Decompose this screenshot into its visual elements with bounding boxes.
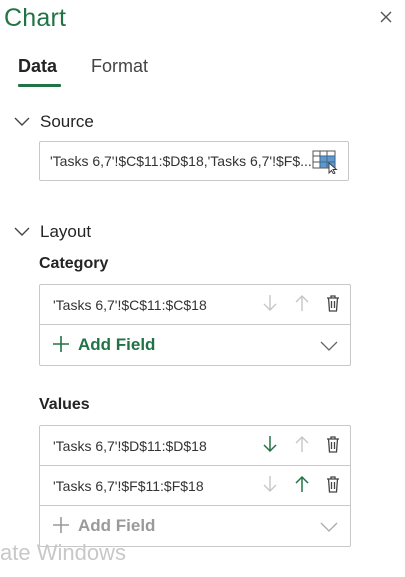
source-range-input[interactable]: 'Tasks 6,7'!$C$11:$D$18,'Tasks 6,7'!$F$.…	[39, 141, 349, 181]
pane-title: Chart	[4, 4, 67, 32]
chevron-down-icon	[14, 117, 30, 127]
delete-icon[interactable]	[326, 294, 340, 315]
move-down-icon[interactable]	[262, 475, 278, 496]
move-down-icon[interactable]	[262, 435, 278, 456]
chevron-down-icon[interactable]	[320, 519, 338, 535]
values-field-group: 'Tasks 6,7'!$D$11:$D$18 'Tasks 6,7'!$F$1…	[39, 425, 351, 547]
values-field-row[interactable]: 'Tasks 6,7'!$D$11:$D$18	[40, 426, 350, 466]
category-label: Category	[39, 255, 109, 272]
source-range-text: 'Tasks 6,7'!$C$11:$D$18,'Tasks 6,7'!$F$.…	[50, 153, 312, 169]
move-up-icon[interactable]	[294, 475, 310, 496]
move-up-icon[interactable]	[294, 435, 310, 456]
activate-windows-watermark: ate Windows	[0, 540, 126, 565]
source-section-toggle[interactable]: Source	[14, 112, 94, 132]
chevron-down-icon[interactable]	[320, 338, 338, 354]
category-field-group: 'Tasks 6,7'!$C$11:$C$18 Add Field	[39, 284, 351, 366]
select-range-icon[interactable]	[312, 150, 338, 177]
close-icon[interactable]	[377, 8, 395, 26]
chart-task-pane: Chart Data Format Source 'Tasks 6,7'!$C$…	[0, 0, 405, 577]
tab-data[interactable]: Data	[18, 56, 57, 77]
tab-format[interactable]: Format	[91, 56, 148, 77]
plus-icon	[52, 516, 70, 537]
delete-icon[interactable]	[326, 435, 340, 456]
add-field-label: Add Field	[78, 516, 156, 535]
move-up-icon[interactable]	[294, 294, 310, 315]
values-field-row[interactable]: 'Tasks 6,7'!$F$11:$F$18	[40, 466, 350, 506]
layout-heading: Layout	[40, 222, 92, 241]
category-add-field-button[interactable]: Add Field	[40, 325, 350, 365]
chevron-down-icon	[14, 227, 30, 237]
add-field-label: Add Field	[78, 335, 156, 354]
category-field-row[interactable]: 'Tasks 6,7'!$C$11:$C$18	[40, 285, 350, 325]
values-label: Values	[39, 396, 90, 413]
plus-icon	[52, 335, 70, 356]
source-heading: Source	[40, 112, 94, 131]
delete-icon[interactable]	[326, 475, 340, 496]
layout-section-toggle[interactable]: Layout	[14, 222, 91, 242]
tab-selected-indicator	[18, 84, 61, 87]
move-down-icon[interactable]	[262, 294, 278, 315]
